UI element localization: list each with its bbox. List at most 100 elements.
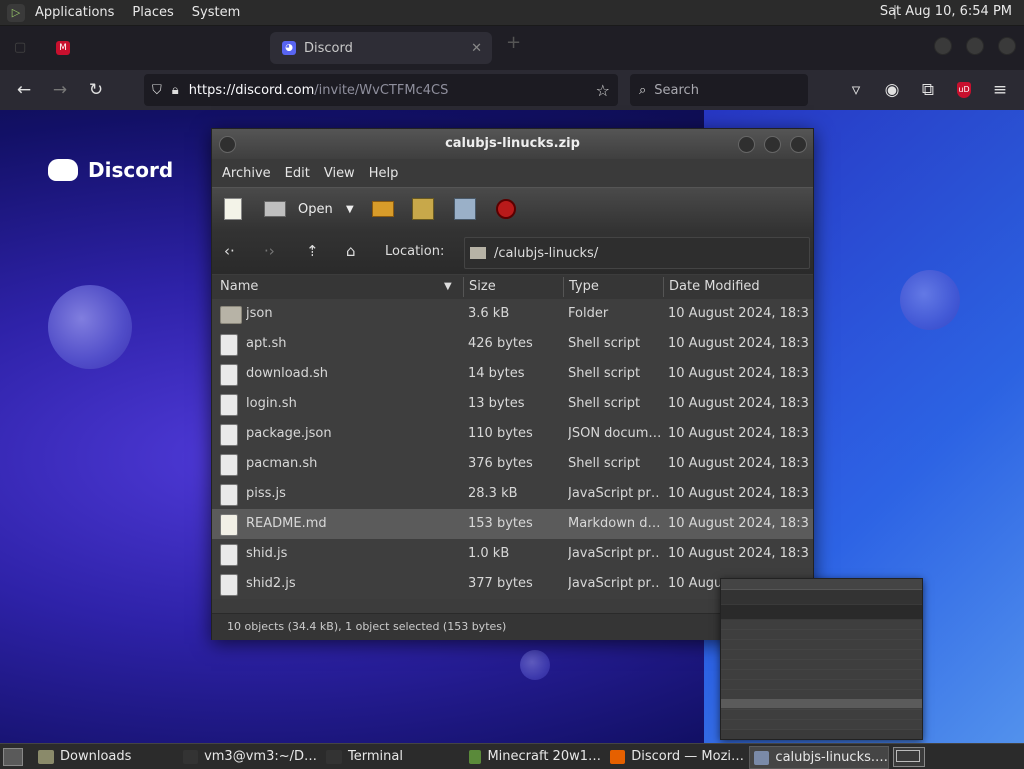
- extensions-icon[interactable]: ⧉: [917, 79, 939, 101]
- applications-icon[interactable]: ▷: [7, 3, 25, 22]
- column-separator[interactable]: [463, 277, 464, 297]
- file-type: Shell script: [568, 456, 641, 471]
- file-row[interactable]: shid.js 1.0 kB JavaScript pr… 10 August 202…: [212, 539, 813, 569]
- new-archive-button[interactable]: [224, 198, 242, 220]
- new-archive-icon: [224, 198, 242, 220]
- close-window-button[interactable]: [998, 37, 1016, 55]
- account-icon[interactable]: ◉: [881, 79, 903, 101]
- taskbar-item[interactable]: vm3@vm3:~/D…: [179, 746, 317, 767]
- workspace-1[interactable]: [896, 750, 920, 762]
- lock-icon[interactable]: 🔒︎: [172, 83, 179, 98]
- file-row[interactable]: apt.sh 426 bytes Shell script 10 August 202…: [212, 329, 813, 359]
- tracking-shield-icon[interactable]: ⛉: [152, 83, 162, 98]
- window-preview-thumbnail[interactable]: [720, 578, 923, 740]
- column-size[interactable]: Size: [469, 279, 496, 294]
- show-desktop-icon[interactable]: [3, 748, 23, 766]
- ublock-icon[interactable]: uD: [953, 79, 975, 101]
- column-separator[interactable]: [563, 277, 564, 297]
- file-row[interactable]: login.sh 13 bytes Shell script 10 August 20…: [212, 389, 813, 419]
- search-placeholder: Search: [654, 82, 699, 98]
- menu-archive[interactable]: Archive: [222, 166, 271, 181]
- column-date-modified[interactable]: Date Modified: [669, 279, 760, 294]
- file-row[interactable]: json 3.6 kB Folder 10 August 2024, 18:31: [212, 299, 813, 329]
- menu-view[interactable]: View: [324, 166, 355, 181]
- file-row[interactable]: piss.js 28.3 kB JavaScript pr… 10 August 20…: [212, 479, 813, 509]
- file-type: JavaScript pr…: [568, 486, 660, 501]
- column-type[interactable]: Type: [569, 279, 599, 294]
- file-name: shid.js: [246, 546, 288, 561]
- reload-icon[interactable]: ↻: [85, 79, 107, 101]
- discord-logo[interactable]: Discord: [48, 158, 173, 182]
- search-input[interactable]: ⌕ Search: [630, 74, 808, 106]
- file-size: 110 bytes: [468, 426, 533, 441]
- close-button[interactable]: [790, 136, 807, 153]
- new-tab-icon[interactable]: +: [506, 32, 521, 53]
- url-bar[interactable]: ⛉ 🔒︎ https://discord.com/invite/WvCTFMc4…: [144, 74, 618, 106]
- file-date: 10 August 2024, 18:31: [668, 426, 810, 441]
- browser-tabstrip: ▢ M ◕ Discord ✕ +: [0, 26, 1024, 70]
- taskbar-item[interactable]: Discord — Mozi…: [606, 746, 744, 767]
- forward-icon[interactable]: ·›: [264, 242, 275, 260]
- menu-system[interactable]: System: [192, 5, 240, 20]
- tab-inactive[interactable]: M: [44, 32, 254, 64]
- minimize-window-button[interactable]: [934, 37, 952, 55]
- home-icon[interactable]: ⌂: [346, 242, 356, 260]
- menu-help[interactable]: Help: [369, 166, 399, 181]
- top-panel: ▷ Applications Places System Sat Aug 10,…: [0, 0, 1024, 26]
- status-text: 10 objects (34.4 kB), 1 object selected …: [227, 620, 507, 633]
- file-row[interactable]: pacman.sh 376 bytes Shell script 10 August …: [212, 449, 813, 479]
- tab-discord[interactable]: ◕ Discord ✕: [270, 32, 492, 64]
- back-icon[interactable]: ←: [13, 79, 35, 101]
- taskbar-item[interactable]: Minecraft 20w1…: [465, 746, 601, 767]
- taskbar-item[interactable]: Downloads: [34, 746, 172, 767]
- open-button[interactable]: Open: [264, 198, 333, 220]
- archive-manager-window: calubjs-linucks.zip Archive Edit View He…: [211, 128, 814, 640]
- back-icon[interactable]: ‹·: [224, 242, 235, 260]
- mega-favicon-icon: M: [56, 41, 70, 55]
- file-type: Markdown d…: [568, 516, 660, 531]
- add-files-button[interactable]: [412, 198, 434, 220]
- location-label: Location:: [385, 244, 445, 259]
- menu-edit[interactable]: Edit: [285, 166, 310, 181]
- forward-icon[interactable]: →: [49, 79, 71, 101]
- add-folder-button[interactable]: [454, 198, 476, 220]
- taskbar-item-label: Terminal: [348, 749, 403, 764]
- pocket-icon[interactable]: ▿: [845, 79, 867, 101]
- window-title[interactable]: calubjs-linucks.zip: [212, 129, 813, 159]
- bookmark-star-icon[interactable]: ☆: [596, 81, 610, 100]
- menu-applications[interactable]: Applications: [35, 5, 114, 20]
- stop-icon: [496, 199, 516, 219]
- tab-label: Discord: [304, 40, 353, 56]
- window-menu-button[interactable]: [219, 136, 236, 153]
- minimize-button[interactable]: [738, 136, 755, 153]
- stop-button[interactable]: [496, 198, 516, 220]
- taskbar-item[interactable]: calubjs-linucks.…: [749, 746, 889, 769]
- tab-overview-icon[interactable]: ▢: [14, 40, 26, 55]
- file-size: 426 bytes: [468, 336, 533, 351]
- location-field[interactable]: /calubjs-linucks/: [464, 237, 810, 269]
- file-row[interactable]: package.json 110 bytes JSON docum… 10 Augus…: [212, 419, 813, 449]
- folder-icon: [470, 247, 486, 259]
- file-type: Folder: [568, 306, 609, 321]
- workspace-switcher[interactable]: [893, 747, 925, 767]
- taskbar-item-label: Minecraft 20w1…: [487, 749, 601, 764]
- menu-places[interactable]: Places: [132, 5, 173, 20]
- sort-descending-icon[interactable]: ▼: [444, 281, 452, 292]
- url-host: https://discord.com: [188, 82, 315, 98]
- up-icon[interactable]: ⇡: [306, 242, 319, 260]
- file-row[interactable]: download.sh 14 bytes Shell script 10 August…: [212, 359, 813, 389]
- open-dropdown-icon[interactable]: ▼: [346, 198, 354, 220]
- clock[interactable]: Sat Aug 10, 6:54 PM: [880, 4, 1012, 19]
- maximize-button[interactable]: [764, 136, 781, 153]
- file-row[interactable]: README.md 153 bytes Markdown d… 10 August 2…: [212, 509, 813, 539]
- column-separator[interactable]: [663, 277, 664, 297]
- file-date: 10 August 2024, 18:31: [668, 366, 810, 381]
- column-name[interactable]: Name: [220, 279, 258, 294]
- markdown-file-icon: [220, 514, 238, 536]
- maximize-window-button[interactable]: [966, 37, 984, 55]
- menu-hamburger-icon[interactable]: ≡: [989, 79, 1011, 101]
- close-tab-icon[interactable]: ✕: [471, 41, 482, 56]
- extract-button[interactable]: [372, 198, 394, 220]
- taskbar-item[interactable]: Terminal: [322, 746, 460, 767]
- menubar: Archive Edit View Help: [212, 159, 813, 187]
